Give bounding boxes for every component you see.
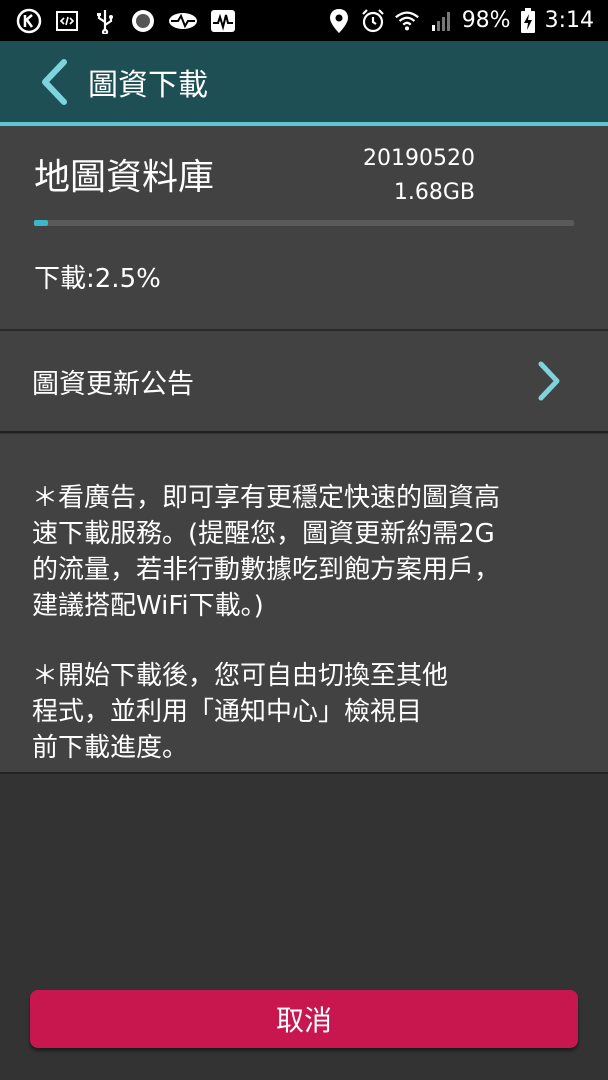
status-bar-left (0, 8, 236, 34)
download-status: 下載:2.5% (34, 264, 161, 294)
back-button[interactable] (24, 52, 84, 112)
database-name: 地圖資料庫 (34, 157, 215, 198)
wifi-icon (394, 8, 420, 34)
activity-icon (210, 8, 236, 34)
k-circle-icon (16, 8, 42, 34)
notes-card: ＊看廣告，即可享有更穩定快速的圖資高 速下載服務。(提醒您，圖資更新約需2G 的… (0, 434, 608, 774)
cancel-button[interactable]: 取消 (30, 990, 578, 1048)
usb-icon (92, 8, 118, 34)
location-icon (326, 8, 352, 34)
clock: 3:14 (544, 8, 594, 33)
chevron-right-icon (534, 359, 564, 403)
battery-percent: 98% (461, 8, 511, 33)
download-progress-bar (34, 220, 574, 226)
database-size: 1.68GB (393, 180, 475, 205)
update-announcement-label: 圖資更新公告 (32, 368, 194, 400)
database-date: 20190520 (363, 146, 475, 171)
status-bar-right: 98% 3:14 (326, 7, 608, 34)
download-card: 地圖資料庫 20190520 1.68GB 下載:2.5% (0, 126, 608, 331)
page-title: 圖資下載 (88, 67, 208, 103)
ad-download-note: ＊看廣告，即可享有更穩定快速的圖資高 速下載服務。(提醒您，圖資更新約需2G 的… (32, 483, 501, 621)
record-icon (130, 8, 156, 34)
alarm-icon (360, 8, 386, 34)
background-download-note: ＊開始下載後，您可自由切換至其他 程式，並利用「通知中心」檢視目 前下載進度。 (32, 661, 449, 763)
app-bar: 圖資下載 (0, 41, 608, 126)
signal-icon (428, 8, 454, 34)
chevron-left-icon (42, 58, 67, 105)
update-announcement-row[interactable]: 圖資更新公告 (0, 331, 608, 433)
battery-charging-icon (519, 7, 537, 34)
code-icon (54, 8, 80, 34)
eye-icon (168, 8, 198, 34)
status-bar: 98% 3:14 (0, 0, 608, 41)
download-progress-fill (34, 220, 48, 226)
